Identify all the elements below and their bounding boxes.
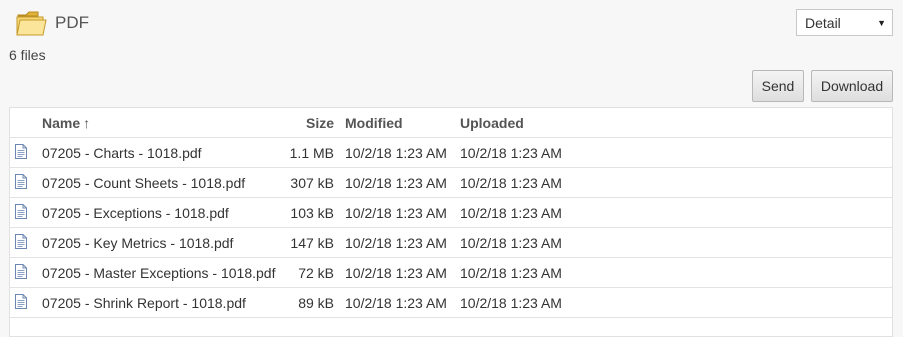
document-icon: [15, 234, 29, 250]
file-size: 72 kB: [298, 265, 334, 281]
file-uploaded: 10/2/18 1:23 AM: [460, 175, 562, 191]
dropdown-caret-icon: ▼: [877, 18, 886, 28]
file-uploaded: 10/2/18 1:23 AM: [460, 265, 562, 281]
file-size: 1.1 MB: [289, 145, 334, 161]
table-row[interactable]: 07205 - Charts - 1018.pdf 1.1 MB 10/2/18…: [10, 138, 892, 168]
file-modified: 10/2/18 1:23 AM: [345, 295, 447, 311]
page-header: PDF: [16, 8, 89, 38]
file-count: 6 files: [9, 47, 46, 63]
view-mode-value: Detail: [805, 14, 841, 31]
file-modified: 10/2/18 1:23 AM: [345, 175, 447, 191]
file-modified: 10/2/18 1:23 AM: [345, 235, 447, 251]
file-name[interactable]: 07205 - Count Sheets - 1018.pdf: [42, 175, 245, 191]
file-uploaded: 10/2/18 1:23 AM: [460, 205, 562, 221]
document-icon: [15, 294, 29, 310]
send-button[interactable]: Send: [752, 70, 804, 102]
sort-ascending-icon: ↑: [83, 115, 91, 131]
file-modified: 10/2/18 1:23 AM: [345, 265, 447, 281]
table-row[interactable]: 07205 - Exceptions - 1018.pdf 103 kB 10/…: [10, 198, 892, 228]
document-icon: [15, 174, 29, 190]
file-name[interactable]: 07205 - Shrink Report - 1018.pdf: [42, 295, 246, 311]
view-mode-select[interactable]: Detail ▼: [796, 9, 893, 36]
file-name[interactable]: 07205 - Charts - 1018.pdf: [42, 145, 202, 161]
folder-title: PDF: [55, 13, 89, 32]
column-header-modified[interactable]: Modified: [345, 115, 403, 131]
file-modified: 10/2/18 1:23 AM: [345, 145, 447, 161]
table-header-row: Name ↑ Size Modified Uploaded: [10, 108, 892, 138]
download-button[interactable]: Download: [811, 70, 893, 102]
table-row[interactable]: 07205 - Shrink Report - 1018.pdf 89 kB 1…: [10, 288, 892, 318]
file-uploaded: 10/2/18 1:23 AM: [460, 295, 562, 311]
file-name[interactable]: 07205 - Exceptions - 1018.pdf: [42, 205, 229, 221]
file-name[interactable]: 07205 - Master Exceptions - 1018.pdf: [42, 265, 275, 281]
file-size: 147 kB: [290, 235, 334, 251]
document-icon: [15, 204, 29, 220]
file-size: 307 kB: [290, 175, 334, 191]
table-row[interactable]: 07205 - Master Exceptions - 1018.pdf 72 …: [10, 258, 892, 288]
document-icon: [15, 144, 29, 160]
column-header-uploaded[interactable]: Uploaded: [460, 115, 524, 131]
file-table: Name ↑ Size Modified Uploaded 07205 - Cha…: [9, 107, 893, 337]
file-uploaded: 10/2/18 1:23 AM: [460, 145, 562, 161]
file-size: 103 kB: [290, 205, 334, 221]
file-name[interactable]: 07205 - Key Metrics - 1018.pdf: [42, 235, 233, 251]
folder-icon: [16, 11, 47, 36]
table-row[interactable]: 07205 - Key Metrics - 1018.pdf 147 kB 10…: [10, 228, 892, 258]
column-header-name-label: Name: [42, 115, 81, 131]
document-icon: [15, 264, 29, 280]
column-header-size[interactable]: Size: [306, 115, 334, 131]
file-modified: 10/2/18 1:23 AM: [345, 205, 447, 221]
file-size: 89 kB: [298, 295, 334, 311]
table-row[interactable]: 07205 - Count Sheets - 1018.pdf 307 kB 1…: [10, 168, 892, 198]
column-header-name[interactable]: Name ↑: [42, 115, 90, 131]
file-uploaded: 10/2/18 1:23 AM: [460, 235, 562, 251]
